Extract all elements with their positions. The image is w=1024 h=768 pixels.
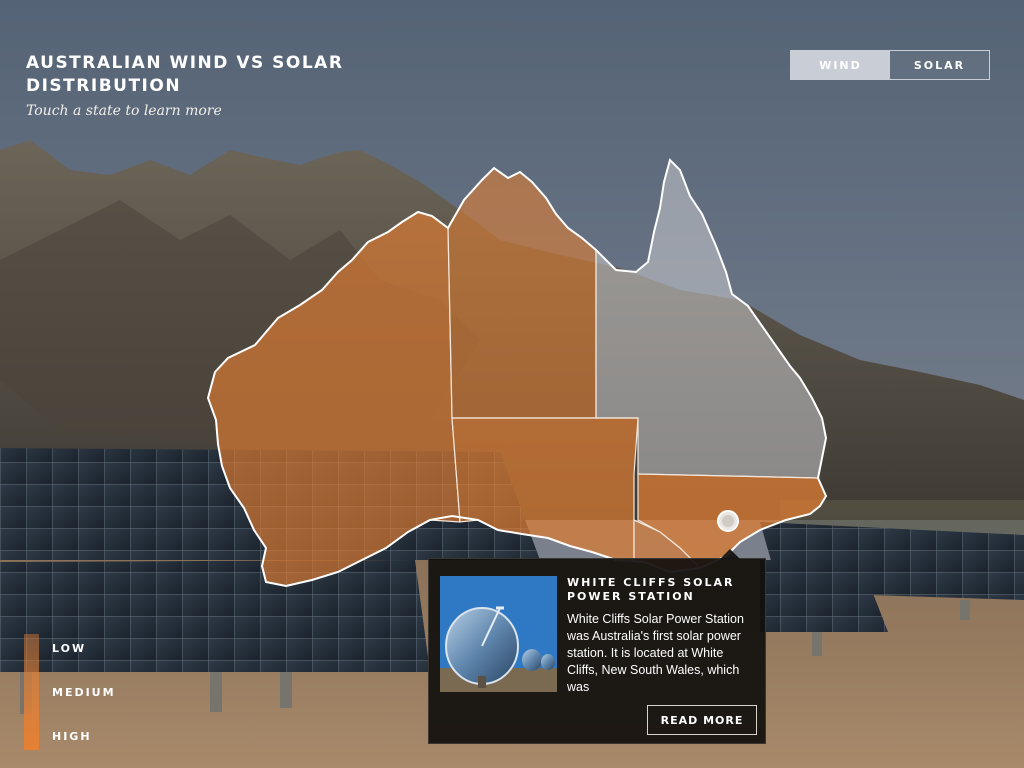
station-photo bbox=[440, 576, 557, 692]
popup-title: WHITE CLIFFS SOLAR POWER STATION bbox=[567, 576, 735, 603]
legend-label-low: LOW bbox=[52, 642, 87, 655]
legend-gradient-bar bbox=[24, 634, 39, 750]
page-subtitle: Touch a state to learn more bbox=[26, 103, 222, 119]
wind-solar-toggle[interactable]: WIND SOLAR bbox=[790, 50, 990, 80]
read-more-button[interactable]: READ MORE bbox=[647, 705, 757, 735]
popup-pointer bbox=[720, 549, 740, 559]
legend-label-high: HIGH bbox=[52, 730, 92, 743]
toggle-solar[interactable]: SOLAR bbox=[890, 51, 989, 79]
info-popup: WHITE CLIFFS SOLAR POWER STATION White C… bbox=[428, 549, 766, 744]
page-title: AUSTRALIAN WIND VS SOLAR DISTRIBUTION bbox=[26, 53, 344, 96]
toggle-wind[interactable]: WIND bbox=[791, 51, 890, 79]
header: AUSTRALIAN WIND VS SOLAR DISTRIBUTION To… bbox=[26, 52, 366, 119]
legend-label-medium: MEDIUM bbox=[52, 686, 116, 699]
popup-body: White Cliffs Solar Power Station was Aus… bbox=[567, 612, 744, 694]
legend: LOW MEDIUM HIGH bbox=[24, 634, 154, 750]
